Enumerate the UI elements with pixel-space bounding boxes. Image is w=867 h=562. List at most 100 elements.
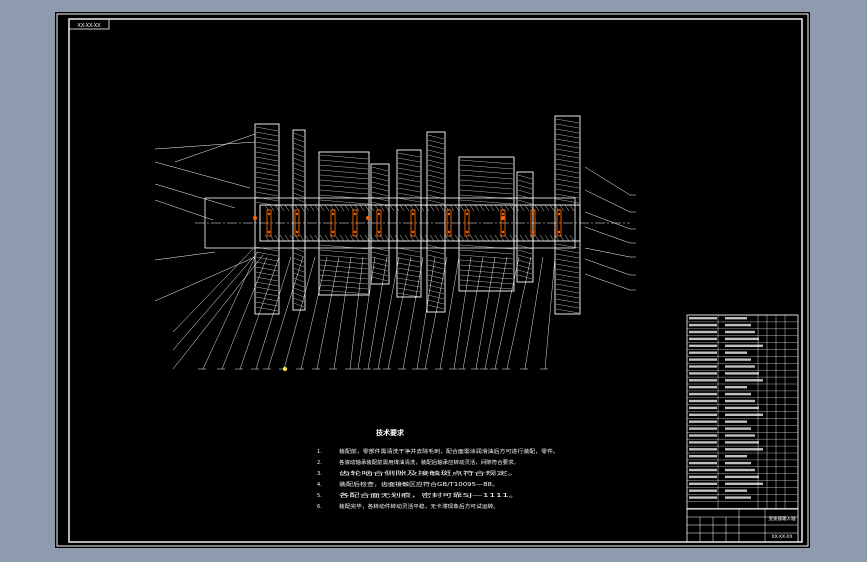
parts-list-cell bbox=[689, 427, 717, 430]
bearing-ball bbox=[447, 230, 451, 234]
synchronizer-left bbox=[318, 151, 370, 296]
hatch-line bbox=[324, 204, 330, 212]
hatch-line bbox=[484, 234, 490, 242]
hatch-line bbox=[544, 204, 550, 212]
leader-line bbox=[584, 166, 631, 196]
hatch-line bbox=[389, 204, 395, 212]
parts-list-cell bbox=[725, 344, 763, 347]
hatch-line bbox=[439, 234, 445, 242]
hatch-line bbox=[434, 204, 440, 212]
bearing-ball bbox=[331, 212, 335, 216]
parts-list-cell bbox=[689, 455, 717, 458]
bearing-ball bbox=[557, 230, 561, 234]
hatch-line bbox=[524, 234, 530, 242]
bearing-ball bbox=[353, 230, 357, 234]
bearing-ball bbox=[411, 230, 415, 234]
leader-line bbox=[283, 256, 316, 370]
parts-list-cell bbox=[725, 365, 755, 368]
leader-line bbox=[402, 256, 424, 370]
hatch-line bbox=[324, 234, 330, 242]
hatch-line bbox=[569, 204, 575, 212]
parts-list-cell bbox=[689, 372, 717, 375]
parts-list-cell bbox=[689, 413, 717, 416]
parts-list-cell bbox=[725, 461, 751, 465]
hatch-line bbox=[399, 204, 405, 212]
hatch-line bbox=[504, 234, 510, 242]
parts-list-cell bbox=[689, 441, 717, 444]
tech-req-number: 1. bbox=[317, 449, 322, 455]
leader-line bbox=[174, 133, 256, 163]
bearing-ball bbox=[531, 230, 535, 234]
leader-line bbox=[584, 247, 631, 258]
hatch-line bbox=[399, 234, 405, 242]
hatch-line bbox=[339, 234, 345, 242]
tech-req-number: 5. bbox=[317, 493, 322, 499]
bearing-ball bbox=[267, 230, 271, 234]
leader-line bbox=[154, 256, 256, 302]
leader-line bbox=[484, 256, 508, 370]
parts-list-cell bbox=[689, 406, 717, 410]
parts-list-cell bbox=[689, 337, 717, 341]
hatch-line bbox=[539, 204, 545, 212]
synchronizer-right bbox=[458, 156, 515, 292]
hatch-line bbox=[274, 234, 280, 242]
parts-list-cell bbox=[689, 489, 717, 492]
hatch-line bbox=[359, 234, 365, 242]
parts-list-cell bbox=[725, 420, 747, 423]
parts-list-table bbox=[686, 314, 799, 510]
parts-list-cell bbox=[689, 434, 717, 437]
parts-list-cell bbox=[725, 358, 751, 361]
hatch-line bbox=[519, 234, 525, 242]
bearing-ball bbox=[465, 212, 469, 216]
bearing-ball bbox=[411, 212, 415, 216]
tech-req-number: 4. bbox=[317, 482, 322, 488]
shaft-assembly bbox=[195, 115, 630, 372]
hatch-line bbox=[549, 234, 555, 242]
hatch-line bbox=[359, 204, 365, 212]
hatch-line bbox=[454, 204, 460, 212]
hatch-line bbox=[344, 204, 350, 212]
hatch-line bbox=[459, 234, 465, 242]
hatch-line bbox=[429, 234, 435, 242]
leader-line bbox=[584, 273, 631, 291]
parts-list-cell bbox=[689, 323, 717, 327]
parts-list-cell bbox=[689, 461, 717, 465]
bearing-ball bbox=[353, 212, 357, 216]
drawing-sheet: XX-XX-XX 技术要求 1. 装配前，零部件需清洗干净并去除毛刺，配合面需涂润… bbox=[55, 12, 810, 548]
hatch-line bbox=[414, 204, 420, 212]
hatch-line bbox=[339, 204, 345, 212]
gear-4 bbox=[426, 131, 446, 313]
hatch-line bbox=[544, 234, 550, 242]
hatch-line bbox=[284, 204, 290, 212]
hatch-line bbox=[364, 234, 370, 242]
parts-list-cell bbox=[689, 448, 717, 451]
hatch-line bbox=[534, 204, 540, 212]
parts-list-cell bbox=[725, 448, 763, 451]
tech-req-title: 技术要求 bbox=[376, 428, 405, 437]
parts-list-cell bbox=[725, 406, 759, 410]
parts-list-cell bbox=[725, 392, 751, 396]
tech-req-item: 装配完毕，各转动件转动灵活平稳，无卡滞现象后方可试运转。 bbox=[339, 503, 499, 510]
hatch-line bbox=[474, 204, 480, 212]
leader-line bbox=[453, 256, 472, 370]
leader-line bbox=[154, 199, 214, 221]
hatch-line bbox=[344, 234, 350, 242]
parts-list-cell bbox=[725, 317, 747, 320]
hatch-line bbox=[489, 204, 495, 212]
hatch-line bbox=[494, 204, 500, 212]
hatch-line bbox=[569, 234, 575, 242]
hatch-line bbox=[319, 204, 325, 212]
hatch-line bbox=[299, 234, 305, 242]
parts-list-frame bbox=[686, 314, 799, 510]
leader-line bbox=[255, 256, 292, 370]
leader-line bbox=[475, 256, 496, 370]
parts-list-cell bbox=[725, 441, 759, 444]
parts-list-cell bbox=[725, 468, 755, 472]
code-box-text: XX-XX-XX bbox=[77, 23, 101, 29]
leader-line bbox=[154, 161, 251, 189]
leader-line bbox=[494, 256, 520, 370]
hatch-line bbox=[304, 234, 310, 242]
parts-list-cell bbox=[725, 427, 751, 430]
parts-list-cell bbox=[689, 386, 717, 389]
title-block: 变速器输入轴 XX-XX-XX bbox=[686, 508, 799, 543]
